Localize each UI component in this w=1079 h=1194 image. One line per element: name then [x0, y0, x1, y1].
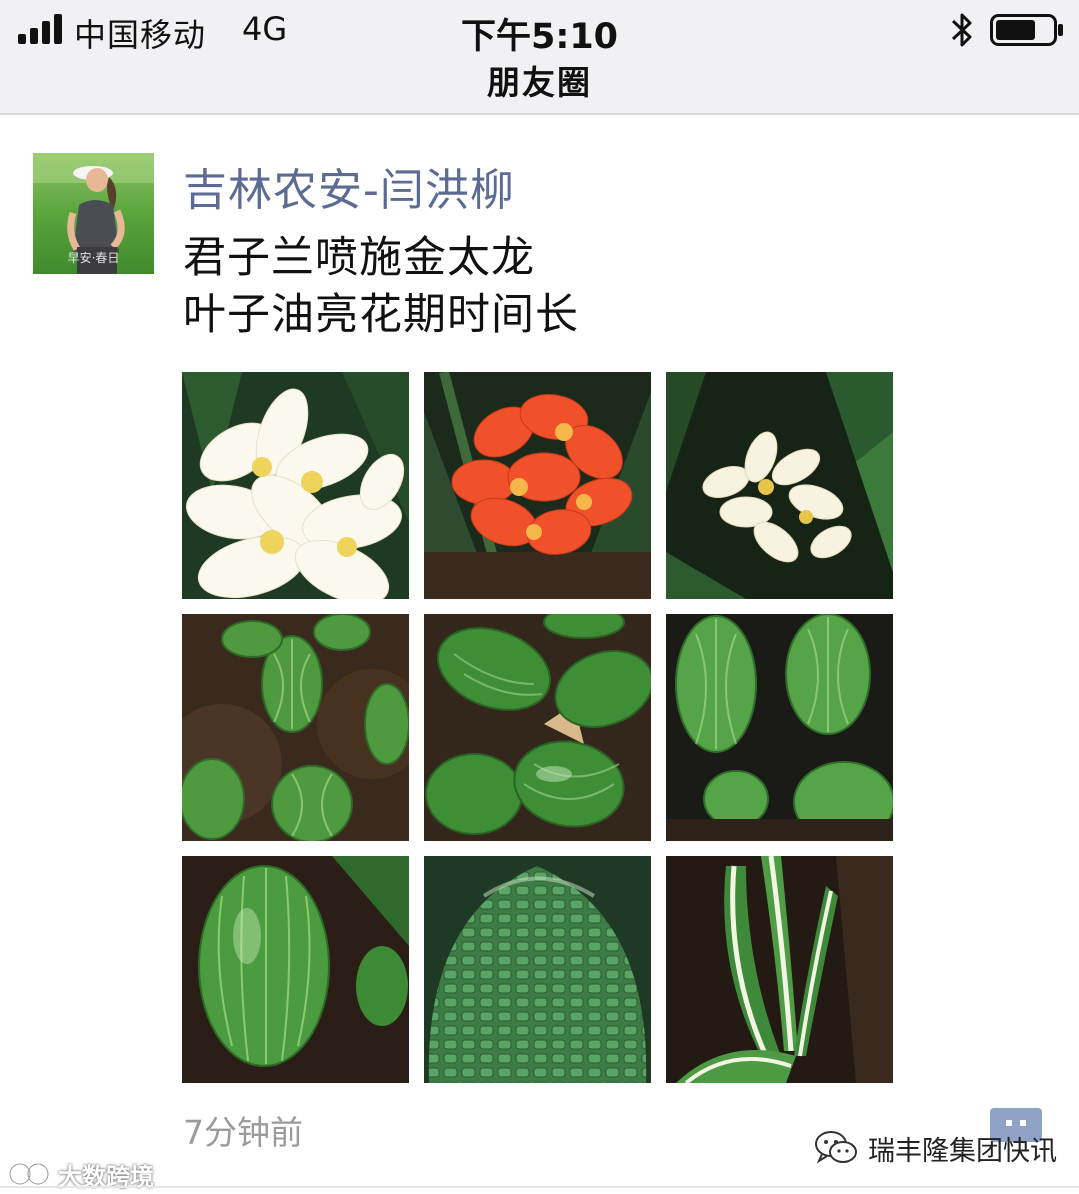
- page-title: 朋友圈: [487, 63, 592, 102]
- watermark-right: 瑞丰隆集团快讯: [814, 1126, 1057, 1170]
- watermark-logo-icon: [9, 1163, 49, 1185]
- post-text-line: 叶子油亮花期时间长: [183, 290, 579, 340]
- photo-grid: [182, 372, 894, 1084]
- post-text-line: 君子兰喷施金太龙: [183, 233, 535, 283]
- battery-icon: [990, 14, 1063, 46]
- avatar[interactable]: 早安·春日: [33, 153, 154, 274]
- photo-3[interactable]: [666, 372, 893, 599]
- status-bar: 中国移动 4G 下午5:10 朋友圈: [0, 0, 1079, 115]
- author-name[interactable]: 吉林农安-闫洪柳: [183, 154, 515, 218]
- divider: [0, 1186, 1079, 1188]
- clock: 下午5:10: [460, 17, 619, 57]
- bluetooth-icon: [951, 13, 972, 47]
- photo-6[interactable]: [666, 614, 893, 841]
- photo-1[interactable]: [182, 372, 409, 599]
- photo-9[interactable]: [666, 856, 893, 1083]
- photo-5[interactable]: [424, 614, 651, 841]
- post-text: 君子兰喷施金太龙 叶子油亮花期时间长: [183, 230, 579, 344]
- photo-4[interactable]: [182, 614, 409, 841]
- photo-2[interactable]: [424, 372, 651, 599]
- avatar-caption: 早安·春日: [67, 251, 120, 265]
- watermark-right-text: 瑞丰隆集团快讯: [868, 1135, 1057, 1167]
- wechat-icon: [815, 1131, 857, 1164]
- post-timestamp: 7分钟前: [183, 1113, 303, 1152]
- photo-8[interactable]: [424, 856, 651, 1083]
- photo-7[interactable]: [182, 856, 409, 1083]
